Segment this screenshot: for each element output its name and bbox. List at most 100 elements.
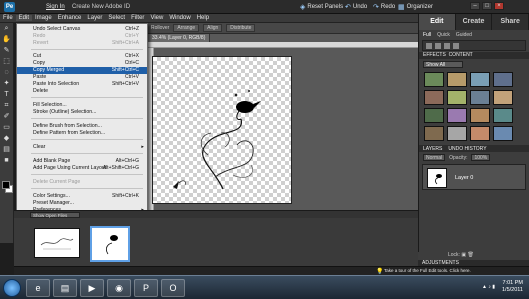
system-clock[interactable]: 7:01 PM 1/5/2011: [502, 280, 523, 294]
effect-thumbnail[interactable]: [493, 72, 513, 87]
align-dropdown[interactable]: Align: [203, 24, 223, 32]
effect-thumbnail[interactable]: [424, 90, 444, 105]
menu-item-preset-manager[interactable]: Preset Manager...: [17, 200, 147, 207]
arrange-dropdown[interactable]: Arrange: [173, 24, 200, 32]
menu-layer[interactable]: Layer: [84, 15, 105, 21]
menu-item-clear[interactable]: Clear ▸: [17, 144, 147, 151]
tab-undo-history[interactable]: UNDO HISTORY: [448, 146, 486, 152]
system-tray-icons[interactable]: ▲ ♪ ▮: [482, 284, 495, 290]
effect-thumbnail[interactable]: [470, 72, 490, 87]
document-tab[interactable]: 33.4% (Layer 0, RGB/8): [148, 34, 211, 42]
brush-tool-icon[interactable]: ✐: [1, 112, 13, 122]
organizer-taskbar-icon[interactable]: O: [161, 279, 185, 297]
redo-button[interactable]: ↷ Redo: [373, 3, 395, 11]
effect-thumbnail[interactable]: [424, 126, 444, 141]
crop-tool-icon[interactable]: ⌗: [1, 101, 13, 111]
media-player-taskbar-icon[interactable]: ▶: [80, 279, 104, 297]
tab-create[interactable]: Create: [456, 14, 493, 30]
menu-item-delete[interactable]: Delete: [17, 88, 147, 95]
effect-thumbnail[interactable]: [493, 126, 513, 141]
subtab-full[interactable]: Full: [423, 32, 431, 38]
bin-thumbnail-2[interactable]: [90, 226, 130, 262]
effects-filter-select[interactable]: Show All: [423, 61, 463, 68]
effect-thumbnail[interactable]: [493, 108, 513, 123]
menu-item-paste[interactable]: Paste Ctrl+V: [17, 74, 147, 81]
menu-view[interactable]: View: [147, 15, 166, 21]
menu-item-cut[interactable]: Cut Ctrl+X: [17, 53, 147, 60]
lock-icon[interactable]: ▣: [461, 252, 466, 258]
menu-file[interactable]: File: [0, 15, 16, 21]
graphics-icon[interactable]: [453, 42, 459, 49]
menu-item-add-blank-page[interactable]: Add Blank Page Alt+Ctrl+G: [17, 158, 147, 165]
menu-enhance[interactable]: Enhance: [55, 15, 85, 21]
maximize-button[interactable]: □: [482, 2, 492, 10]
menu-item-stroke-selection[interactable]: Stroke (Outline) Selection...: [17, 109, 147, 116]
explorer-taskbar-icon[interactable]: ▤: [53, 279, 77, 297]
photoshop-elements-taskbar-icon[interactable]: P: [134, 279, 158, 297]
tab-layers[interactable]: LAYERS: [423, 146, 442, 152]
trash-icon[interactable]: 🗑: [467, 252, 473, 258]
gradient-tool-icon[interactable]: ▤: [1, 145, 13, 155]
blend-mode-select[interactable]: Normal: [423, 154, 446, 161]
bin-thumbnail-1[interactable]: [34, 228, 80, 258]
menu-image[interactable]: Image: [32, 15, 55, 21]
eyedropper-tool-icon[interactable]: ✎: [1, 46, 13, 56]
effect-thumbnail[interactable]: [493, 90, 513, 105]
menu-select[interactable]: Select: [105, 15, 128, 21]
zoom-tool-icon[interactable]: ⌕: [1, 24, 13, 34]
menu-item-fill-selection[interactable]: Fill Selection...: [17, 102, 147, 109]
image-canvas[interactable]: [152, 56, 292, 204]
content-tab[interactable]: CONTENT: [449, 52, 473, 58]
distribute-dropdown[interactable]: Distribute: [226, 24, 256, 32]
effect-thumbnail[interactable]: [447, 90, 467, 105]
reset-panels-button[interactable]: ◈ Reset Panels: [300, 3, 343, 11]
effect-thumbnail[interactable]: [470, 108, 490, 123]
menu-help[interactable]: Help: [194, 15, 212, 21]
minimize-button[interactable]: –: [470, 2, 480, 10]
undo-button[interactable]: ↶ Undo: [345, 3, 367, 11]
menu-item-define-pattern[interactable]: Define Pattern from Selection...: [17, 130, 147, 137]
organizer-button[interactable]: ▦ Organizer: [398, 3, 433, 11]
subtab-quick[interactable]: Quick: [437, 32, 450, 38]
menu-item-copy[interactable]: Copy Ctrl+C: [17, 60, 147, 67]
effect-thumbnail[interactable]: [447, 72, 467, 87]
menu-item-add-page-current-layout[interactable]: Add Page Using Current Layout Alt+Shift+…: [17, 165, 147, 172]
shape-tool-icon[interactable]: ■: [1, 156, 13, 166]
marquee-tool-icon[interactable]: ⬚: [1, 57, 13, 67]
eraser-tool-icon[interactable]: ▭: [1, 123, 13, 133]
effect-thumbnail[interactable]: [447, 108, 467, 123]
opacity-value[interactable]: 100%: [471, 154, 491, 161]
menu-item-copy-merged[interactable]: Copy Merged Shift+Ctrl+C: [17, 67, 147, 74]
firefox-taskbar-icon[interactable]: ◉: [107, 279, 131, 297]
menu-item-color-settings[interactable]: Color Settings... Shift+Ctrl+K: [17, 193, 147, 200]
foreground-color-swatch[interactable]: [2, 181, 10, 189]
effect-thumbnail[interactable]: [470, 126, 490, 141]
photo-effects-icon[interactable]: [444, 42, 450, 49]
effect-thumbnail[interactable]: [424, 108, 444, 123]
menu-window[interactable]: Window: [166, 15, 193, 21]
magic-wand-tool-icon[interactable]: ✦: [1, 79, 13, 89]
effect-thumbnail[interactable]: [424, 72, 444, 87]
menu-item-undo-select-canvas[interactable]: Undo Select Canvas Ctrl+Z: [17, 26, 147, 33]
menu-item-paste-into-selection[interactable]: Paste Into Selection Shift+Ctrl+V: [17, 81, 147, 88]
start-button[interactable]: [3, 279, 21, 297]
tour-link[interactable]: Take a tour of the Full Edit tools. Clic…: [384, 268, 471, 273]
menu-edit[interactable]: Edit: [15, 15, 33, 21]
ie-taskbar-icon[interactable]: e: [26, 279, 50, 297]
tab-edit[interactable]: Edit: [419, 14, 456, 30]
sign-in-link[interactable]: Sign In: [46, 4, 65, 10]
type-tool-icon[interactable]: T: [1, 90, 13, 100]
close-button[interactable]: ×: [494, 2, 504, 10]
menu-filter[interactable]: Filter: [128, 15, 147, 21]
filters-icon[interactable]: [426, 42, 432, 49]
menu-item-define-brush[interactable]: Define Brush from Selection...: [17, 123, 147, 130]
paint-bucket-tool-icon[interactable]: ◆: [1, 134, 13, 144]
layer-row[interactable]: Layer 0: [422, 164, 526, 190]
create-adobe-id-link[interactable]: Create New Adobe ID: [72, 4, 130, 10]
lasso-tool-icon[interactable]: ◌: [1, 68, 13, 78]
effect-thumbnail[interactable]: [447, 126, 467, 141]
subtab-guided[interactable]: Guided: [456, 32, 472, 38]
hand-tool-icon[interactable]: ✋: [1, 35, 13, 45]
effect-thumbnail[interactable]: [470, 90, 490, 105]
styles-icon[interactable]: [435, 42, 441, 49]
